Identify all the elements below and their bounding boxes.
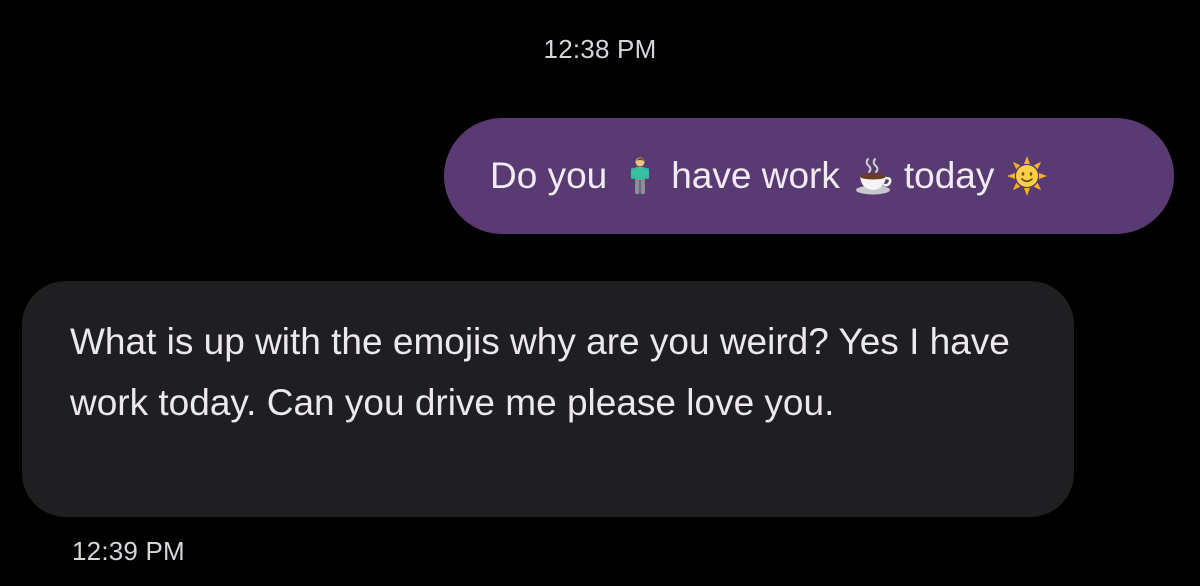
received-timestamp: 12:39 PM <box>72 536 185 566</box>
sent-message-text-2: have work <box>671 155 840 196</box>
received-message-bubble[interactable]: What is up with the emojis why are you w… <box>22 281 1074 517</box>
sent-message-text-1: Do you <box>490 155 608 196</box>
sent-timestamp: 12:38 PM <box>543 34 657 64</box>
sent-message-bubble[interactable]: Do you have work today <box>444 118 1174 234</box>
received-message-text: What is up with the emojis why are you w… <box>70 321 1010 423</box>
sent-message-text-3: today <box>903 155 995 196</box>
sun-with-face-icon <box>1007 156 1048 196</box>
hot-beverage-icon <box>853 156 893 196</box>
person-standing-icon <box>620 156 660 196</box>
